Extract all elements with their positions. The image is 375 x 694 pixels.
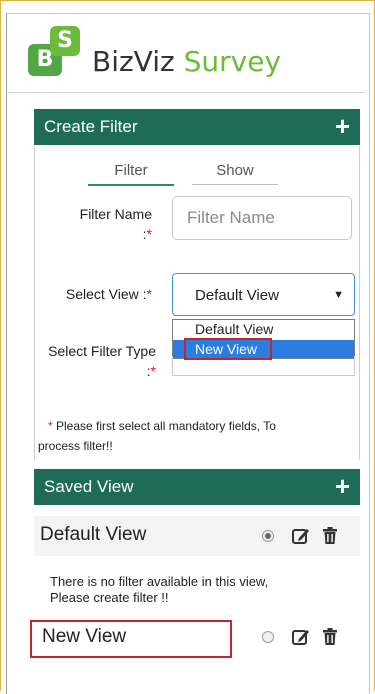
tab-show[interactable]: Show: [192, 162, 278, 185]
header-divider: [8, 92, 366, 93]
saved-view-title: Saved View: [44, 477, 134, 496]
filter-type-required: :*: [146, 363, 156, 379]
option-default-view[interactable]: Default View: [173, 320, 354, 338]
select-filter-type-dropdown[interactable]: [172, 356, 355, 376]
no-filter-message: There is no filter available in this vie…: [50, 574, 269, 605]
brand-name-part2: Survey: [183, 45, 282, 78]
add-filter-plus-icon[interactable]: +: [335, 109, 350, 143]
select-view-label: Select View :*: [65, 286, 152, 302]
default-view-radio[interactable]: [262, 530, 274, 542]
select-view-value: Default View: [195, 287, 279, 304]
new-view-highlight: [30, 620, 232, 658]
create-filter-header: Create Filter +: [34, 109, 360, 145]
app-logo-text: BizViz Survey: [92, 42, 281, 82]
tab-filter[interactable]: Filter: [88, 162, 174, 186]
logo-s-icon: S: [50, 26, 80, 56]
filter-name-input[interactable]: Filter Name: [172, 196, 352, 240]
trash-icon[interactable]: [320, 627, 340, 647]
dropdown-arrow-icon[interactable]: ▼: [333, 274, 344, 317]
mandatory-fields-note: * Please first select all mandatory fiel…: [38, 419, 276, 453]
select-view-dropdown[interactable]: Default View ▼: [172, 273, 355, 316]
brand-name-part1: BizViz: [92, 45, 175, 78]
add-view-plus-icon[interactable]: +: [335, 469, 350, 503]
edit-icon[interactable]: [291, 627, 311, 647]
trash-icon[interactable]: [320, 526, 340, 546]
saved-view-name-default: Default View: [40, 524, 147, 545]
new-view-radio[interactable]: [262, 631, 274, 643]
filter-name-label: Filter Name: [79, 206, 152, 222]
select-filter-type-label: Select Filter Type: [48, 343, 156, 359]
edit-icon[interactable]: [291, 526, 311, 546]
filter-name-required: :*: [142, 226, 152, 242]
create-filter-title: Create Filter: [44, 117, 138, 136]
saved-view-header: Saved View +: [34, 469, 360, 505]
